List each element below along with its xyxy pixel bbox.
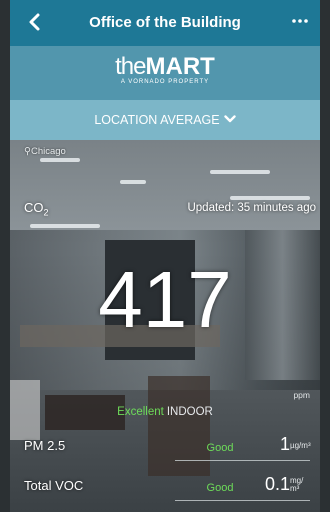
- more-horizontal-icon[interactable]: [292, 12, 308, 35]
- quality-rating: Excellent: [117, 406, 164, 418]
- brand-name-light: the: [115, 53, 146, 80]
- metric-value: 1: [279, 434, 290, 454]
- chevron-down-icon: [223, 100, 236, 140]
- location-pin-icon: ⚲: [24, 146, 31, 157]
- location-label: LOCATION AVERAGE: [94, 113, 220, 127]
- metric-unit: mg/m³: [290, 476, 304, 493]
- divider: [175, 500, 310, 501]
- brand-subtitle: A VORNADO PROPERTY: [120, 79, 210, 85]
- divider: [175, 460, 310, 461]
- brand-name-bold: MART: [145, 53, 215, 80]
- updated-time: Updated: 35 minutes ago: [187, 202, 316, 214]
- metric-status: Good: [206, 482, 234, 494]
- ceiling-light: [120, 180, 146, 184]
- metric-status: Good: [206, 442, 234, 454]
- brand-logo: theMART A VORNADO PROPERTY: [10, 53, 320, 85]
- ceiling-light: [210, 170, 270, 174]
- metric-unit: µg/m³: [290, 441, 311, 450]
- metric-row-pm25[interactable]: PM 2.5 Good 1 µg/m³: [10, 434, 320, 462]
- brand-bar: theMART A VORNADO PROPERTY: [10, 46, 320, 100]
- city-label: ⚲Chicago: [24, 146, 66, 157]
- metric-label: Total VOC: [24, 478, 84, 493]
- co2-unit: ppm: [293, 390, 310, 400]
- quality-context: INDOOR: [166, 406, 213, 418]
- metric-name: CO2: [24, 200, 49, 218]
- page-title: Office of the Building: [89, 14, 241, 31]
- ceiling-light: [30, 224, 100, 228]
- top-bar: Office of the Building: [10, 0, 320, 46]
- air-quality-status: Excellent INDOOR: [10, 406, 320, 418]
- co2-value: 417: [98, 255, 232, 344]
- metric-value: 0.1: [264, 474, 290, 494]
- app-screen: Office of the Building theMART A VORNADO…: [10, 0, 320, 512]
- ceiling-light: [40, 158, 80, 162]
- ceiling-light: [230, 196, 310, 200]
- metric-row-tvoc[interactable]: Total VOC Good 0.1 mg/m³: [10, 474, 320, 502]
- metric-label: PM 2.5: [24, 438, 66, 453]
- location-selector[interactable]: LOCATION AVERAGE: [10, 100, 320, 140]
